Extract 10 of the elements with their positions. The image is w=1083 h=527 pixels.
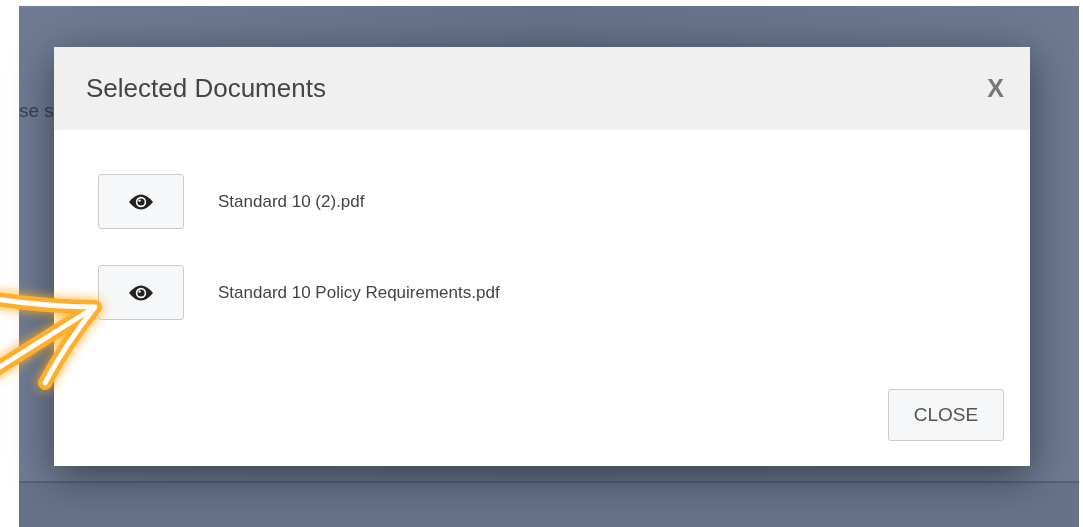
view-button[interactable] bbox=[98, 174, 184, 229]
eye-icon bbox=[128, 192, 154, 211]
file-name: Standard 10 Policy Requirements.pdf bbox=[218, 281, 500, 304]
dialog-title: Selected Documents bbox=[86, 72, 326, 105]
close-button[interactable]: CLOSE bbox=[888, 389, 1004, 441]
file-name: Standard 10 (2).pdf bbox=[218, 190, 365, 213]
background-text: se s bbox=[19, 99, 54, 123]
eye-icon bbox=[128, 283, 154, 302]
close-button[interactable]: X bbox=[987, 76, 1004, 101]
view-button[interactable] bbox=[98, 265, 184, 320]
